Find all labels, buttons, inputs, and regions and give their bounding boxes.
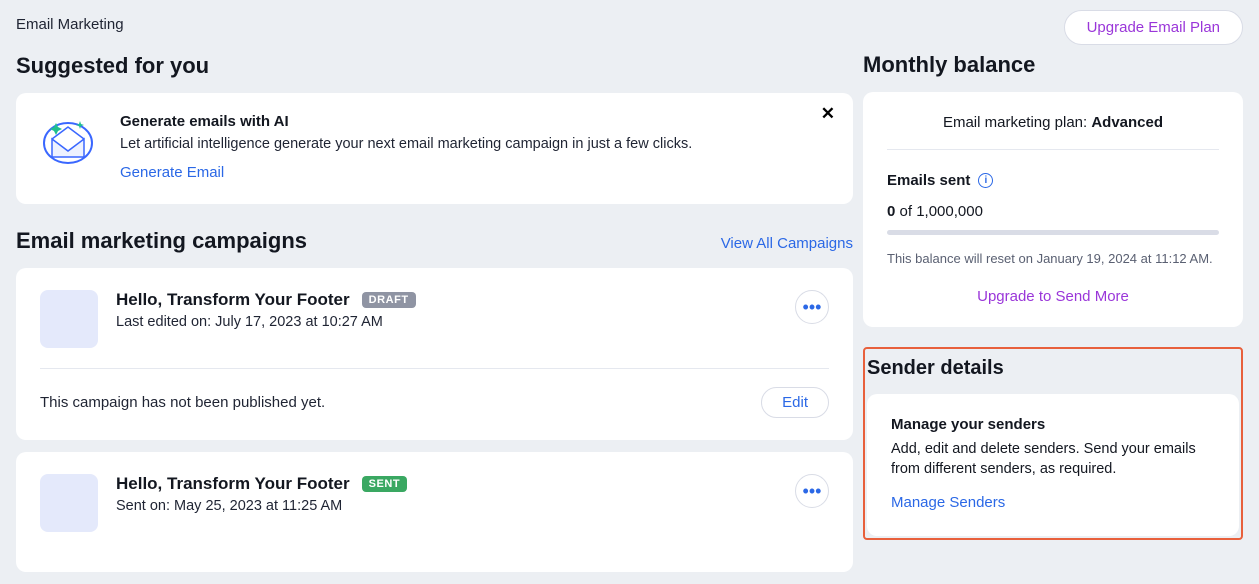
sender-details-section: Sender details Manage your senders Add, …	[863, 347, 1243, 540]
balance-reset-note: This balance will reset on January 19, 2…	[887, 251, 1219, 266]
edit-campaign-button[interactable]: Edit	[761, 387, 829, 418]
close-icon[interactable]: ✕	[821, 105, 835, 122]
plan-row: Email marketing plan: Advanced	[887, 114, 1219, 150]
emails-sent-of: of 1,000,000	[895, 203, 983, 220]
campaign-card: Hello, Transform Your Footer SENT Sent o…	[16, 452, 853, 572]
ellipsis-icon: •••	[803, 298, 822, 316]
upgrade-plan-button[interactable]: Upgrade Email Plan	[1064, 10, 1243, 45]
ai-email-icon	[40, 113, 96, 169]
balance-heading: Monthly balance	[863, 52, 1243, 78]
campaign-status-text: This campaign has not been published yet…	[40, 394, 325, 411]
more-actions-button[interactable]: •••	[795, 474, 829, 508]
sender-card: Manage your senders Add, edit and delete…	[867, 394, 1239, 536]
suggestion-card: Generate emails with AI Let artificial i…	[16, 93, 853, 204]
status-badge: SENT	[362, 476, 408, 492]
manage-senders-button[interactable]: Manage Senders	[891, 494, 1005, 511]
emails-sent-count: 0 of 1,000,000	[887, 203, 1219, 220]
campaign-title: Hello, Transform Your Footer	[116, 290, 350, 310]
page-title: Email Marketing	[16, 16, 124, 33]
status-badge: DRAFT	[362, 292, 416, 308]
view-all-campaigns-link[interactable]: View All Campaigns	[721, 235, 853, 252]
sender-description: Add, edit and delete senders. Send your …	[891, 439, 1215, 480]
divider	[40, 368, 829, 369]
emails-sent-label: Emails sent	[887, 172, 970, 189]
sender-details-heading: Sender details	[865, 349, 1241, 394]
upgrade-send-more-button[interactable]: Upgrade to Send More	[887, 288, 1219, 305]
emails-progress-bar	[887, 230, 1219, 235]
campaign-title: Hello, Transform Your Footer	[116, 474, 350, 494]
campaign-card: Hello, Transform Your Footer DRAFT Last …	[16, 268, 853, 440]
suggestion-title: Generate emails with AI	[120, 113, 692, 130]
campaign-subline: Last edited on: July 17, 2023 at 10:27 A…	[116, 314, 777, 330]
balance-card: Email marketing plan: Advanced Emails se…	[863, 92, 1243, 327]
plan-name: Advanced	[1091, 114, 1163, 131]
more-actions-button[interactable]: •••	[795, 290, 829, 324]
ellipsis-icon: •••	[803, 482, 822, 500]
campaign-subline: Sent on: May 25, 2023 at 11:25 AM	[116, 498, 777, 514]
suggestion-description: Let artificial intelligence generate you…	[120, 136, 692, 152]
info-icon[interactable]: i	[978, 173, 993, 188]
generate-email-button[interactable]: Generate Email	[120, 164, 224, 181]
campaigns-heading: Email marketing campaigns	[16, 228, 307, 254]
campaign-thumbnail	[40, 290, 98, 348]
sender-title: Manage your senders	[891, 416, 1215, 433]
plan-prefix: Email marketing plan:	[943, 114, 1091, 131]
suggested-heading: Suggested for you	[16, 53, 853, 79]
campaign-thumbnail	[40, 474, 98, 532]
